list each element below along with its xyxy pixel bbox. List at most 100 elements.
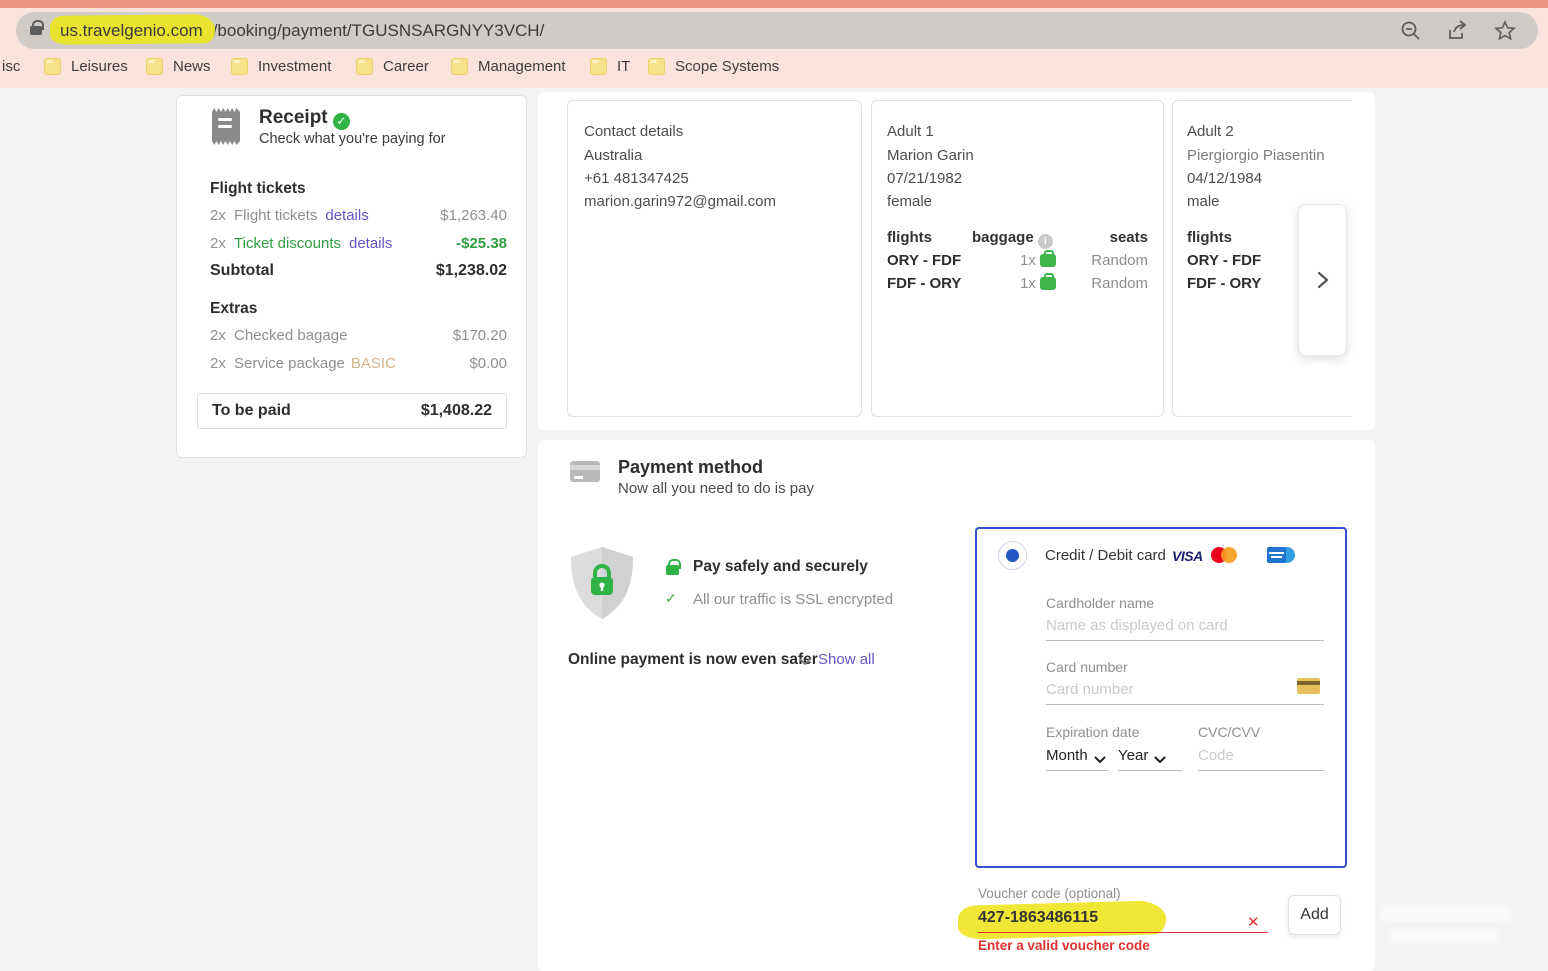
folder-icon (44, 58, 61, 75)
show-all-link[interactable]: Show all (818, 651, 875, 668)
baggage-icon (1040, 254, 1056, 267)
credit-card-icon (570, 461, 600, 482)
cardholder-label: Cardholder name (1046, 595, 1154, 611)
bookmark-item-management[interactable]: Management (451, 58, 566, 75)
voucher-error: Enter a valid voucher code (978, 938, 1150, 953)
next-passenger-button[interactable] (1298, 204, 1347, 356)
cardholder-input[interactable] (1046, 617, 1324, 641)
bookmarks-bar: isc Leisures News Investment Career Mana… (0, 48, 1548, 88)
url-text[interactable]: us.travelgenio.com/booking/payment/TGUSN… (54, 21, 544, 41)
total-value: $1,408.22 (421, 402, 492, 420)
flight-tickets-header: Flight tickets (210, 180, 306, 198)
row-qty: 2x (210, 355, 234, 372)
contact-title: Contact details (584, 123, 683, 140)
flight-segment: FDF - ORY (887, 275, 961, 292)
col-flights: flights (887, 229, 932, 246)
credit-card-radio[interactable] (998, 541, 1027, 570)
adult2-title: Adult 2 (1187, 123, 1234, 140)
row-label: Flight tickets (234, 207, 317, 224)
bookmark-item-investment[interactable]: Investment (231, 58, 331, 75)
payment-panel: Payment method Now all you need to do is… (538, 440, 1375, 971)
online-safer-text: Online payment is now even safer (568, 651, 818, 669)
receipt-row-checked-bagage: 2x Checked bagage $170.20 (210, 327, 507, 344)
zoom-out-icon[interactable] (1400, 20, 1422, 42)
receipt-subtotal-row: Subtotal $1,238.02 (210, 262, 507, 280)
row-label: Service package (234, 355, 345, 372)
seat-value: Random (1091, 275, 1148, 292)
share-icon[interactable] (1446, 20, 1470, 42)
bookmark-item-it[interactable]: IT (590, 58, 630, 75)
secure-subtitle: All our traffic is SSL encrypted (693, 591, 893, 608)
details-link[interactable]: details (349, 235, 392, 252)
flight-segment: FDF - ORY (1187, 275, 1261, 292)
baggage-count: 1x (1020, 252, 1056, 269)
voucher-input[interactable]: 427-1863486115 (978, 909, 1098, 927)
row-value: -$25.38 (456, 235, 507, 252)
details-link[interactable]: details (325, 207, 368, 224)
bookmark-item-career[interactable]: Career (356, 58, 429, 75)
contact-country: Australia (584, 147, 642, 164)
flight-segment: ORY - FDF (887, 252, 961, 269)
expiration-label: Expiration date (1046, 724, 1139, 740)
check-icon: ✓ (665, 590, 677, 607)
address-bar[interactable]: us.travelgenio.com/booking/payment/TGUSN… (16, 12, 1538, 49)
favorite-star-icon[interactable] (1494, 20, 1516, 42)
screen: us.travelgenio.com/booking/payment/TGUSN… (0, 0, 1548, 971)
seat-value: Random (1091, 252, 1148, 269)
receipt-row-service-package: 2x Service package BASIC $0.00 (210, 355, 507, 372)
baggage-icon (1040, 277, 1056, 290)
bookmark-item-partial[interactable]: isc (2, 58, 20, 75)
bookmark-item-scope-systems[interactable]: Scope Systems (648, 58, 779, 75)
extras-header: Extras (210, 300, 257, 318)
receipt-icon (212, 108, 240, 145)
row-value: $170.20 (453, 327, 507, 344)
adult2-gender: male (1187, 193, 1220, 210)
adult1-title: Adult 1 (887, 123, 934, 140)
card-payment-box: Credit / Debit card VISA Cardholder name… (975, 527, 1347, 868)
mastercard-icon (1211, 547, 1237, 563)
folder-icon (146, 58, 163, 75)
small-lock-icon (666, 565, 679, 575)
adult1-name: Marion Garin (887, 147, 974, 164)
folder-icon (231, 58, 248, 75)
adult1-gender: female (887, 193, 932, 210)
subtotal-value: $1,238.02 (436, 262, 507, 280)
folder-icon (648, 58, 665, 75)
card-number-input[interactable] (1046, 681, 1324, 705)
amex-icon (1267, 547, 1286, 563)
row-qty: 2x (210, 207, 234, 224)
bookmark-item-leisures[interactable]: Leisures (44, 58, 128, 75)
chevron-down-icon (1154, 756, 1166, 764)
shield-icon (567, 545, 637, 621)
to-be-paid-box: To be paid $1,408.22 (197, 393, 507, 429)
year-select[interactable]: Year (1118, 747, 1182, 771)
cvc-label: CVC/CVV (1198, 724, 1260, 740)
check-circle-icon: ✓ (333, 113, 350, 130)
bookmark-item-news[interactable]: News (146, 58, 211, 75)
receipt-card: Receipt ✓ Check what you're paying for F… (176, 95, 527, 458)
row-label: Checked bagage (234, 327, 347, 344)
visa-icon: VISA (1172, 548, 1203, 564)
row-qty: 2x (210, 235, 234, 252)
passengers-panel: Contact details Australia +61 481347425 … (538, 92, 1375, 430)
total-label: To be paid (212, 402, 291, 420)
contact-phone: +61 481347425 (584, 170, 689, 187)
info-icon[interactable]: i (1038, 234, 1053, 249)
folder-icon (356, 58, 373, 75)
flight-segment: ORY - FDF (1187, 252, 1261, 269)
voucher-underline (978, 932, 1268, 933)
contact-details-card: Contact details Australia +61 481347425 … (567, 100, 862, 417)
card-chip-icon (1297, 678, 1320, 694)
payment-subtitle: Now all you need to do is pay (618, 480, 814, 497)
radio-label: Credit / Debit card (1045, 547, 1166, 564)
add-voucher-button[interactable]: Add (1288, 895, 1341, 935)
month-select[interactable]: Month (1046, 747, 1108, 771)
receipt-row-ticket-discounts: 2x Ticket discounts details -$25.38 (210, 235, 507, 252)
clear-voucher-icon[interactable]: ✕ (1247, 913, 1260, 931)
secure-title: Pay safely and securely (693, 558, 868, 576)
folder-icon (451, 58, 468, 75)
adult1-card: Adult 1 Marion Garin 07/21/1982 female f… (871, 100, 1164, 417)
row-label: Ticket discounts (234, 235, 341, 252)
cvc-input[interactable] (1198, 747, 1324, 771)
folder-icon (590, 58, 607, 75)
